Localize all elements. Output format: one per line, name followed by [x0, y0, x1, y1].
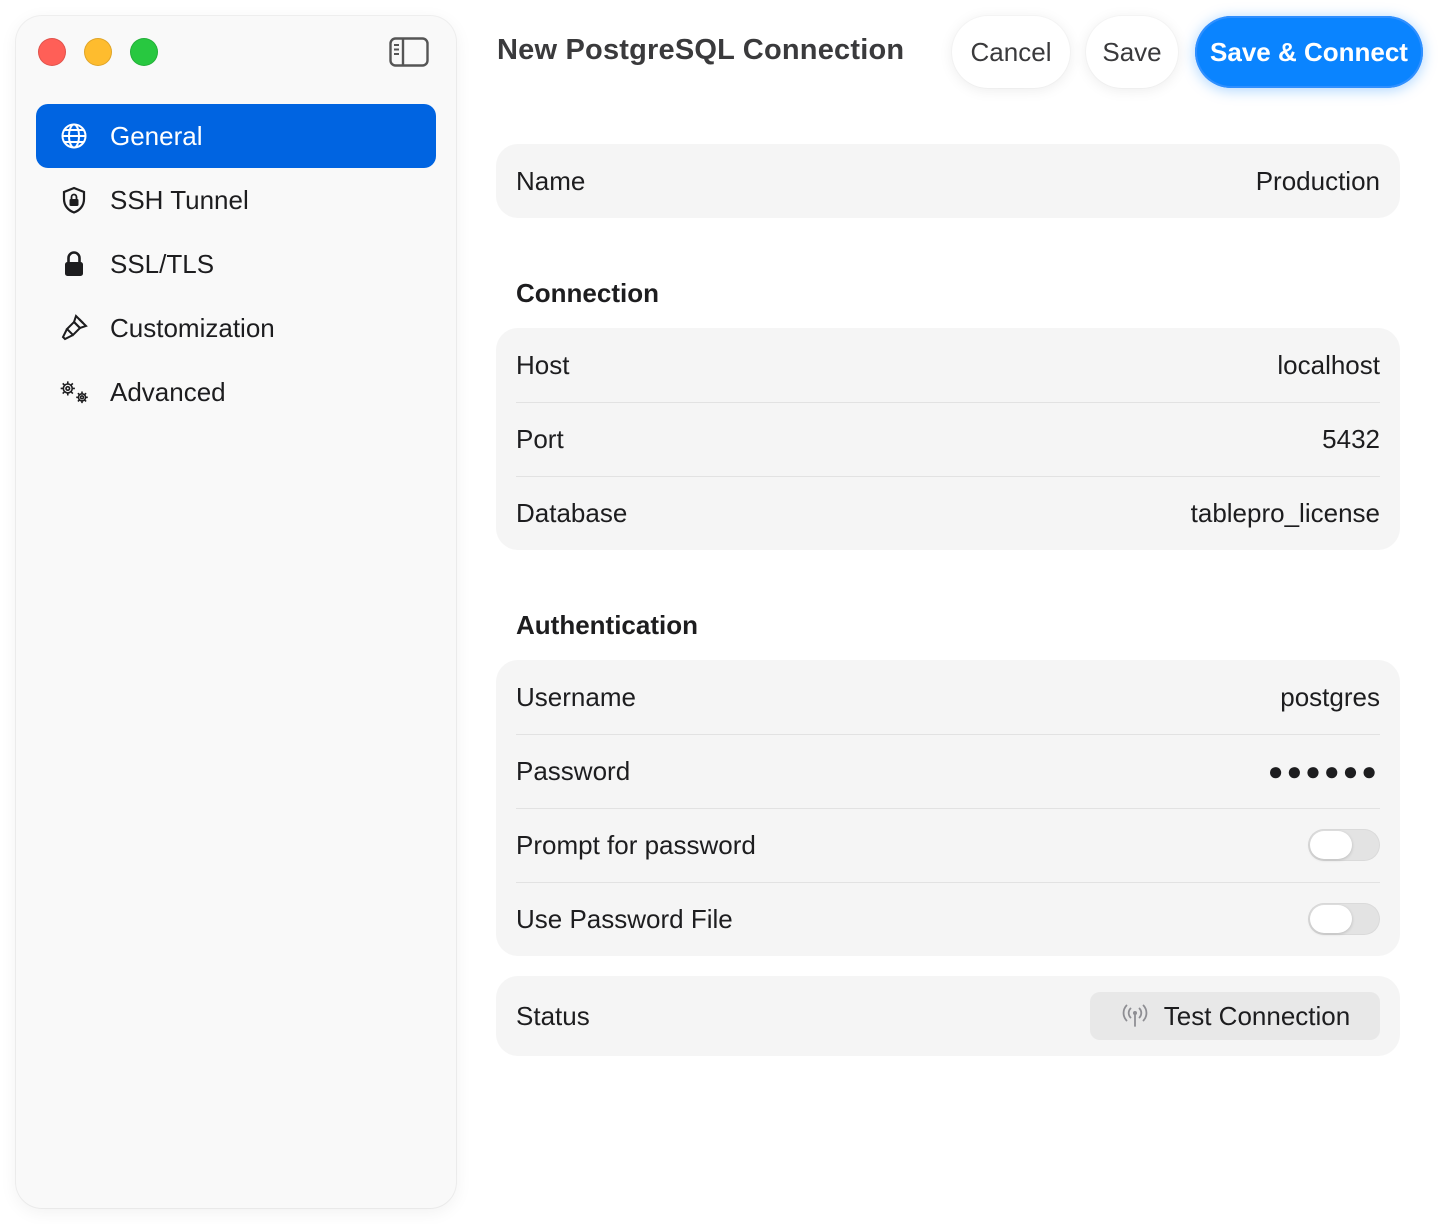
lock-icon: [58, 248, 90, 280]
test-connection-label: Test Connection: [1163, 1000, 1351, 1031]
sidebar-item-ssh-tunnel[interactable]: SSH Tunnel: [36, 168, 436, 232]
toggle-knob: [1310, 905, 1352, 933]
password-field[interactable]: ●●●●●●: [1268, 756, 1380, 787]
sidebar-item-label: SSL/TLS: [110, 248, 215, 279]
sidebar-toggle-icon: [389, 37, 429, 67]
cancel-button[interactable]: Cancel: [952, 16, 1070, 88]
name-card: Name Production: [496, 144, 1400, 218]
name-label: Name: [516, 165, 586, 196]
sidebar-item-label: Advanced: [110, 376, 226, 407]
connection-section-title: Connection: [516, 278, 659, 308]
paintbrush-icon: [58, 312, 90, 344]
page-title: New PostgreSQL Connection: [497, 34, 905, 66]
username-label: Username: [516, 681, 636, 712]
password-file-label: Use Password File: [516, 903, 733, 934]
traffic-lights: [38, 38, 158, 66]
sidebar-item-label: General: [110, 120, 203, 151]
host-field[interactable]: localhost: [1277, 350, 1380, 381]
save-button[interactable]: Save: [1086, 16, 1178, 88]
password-row[interactable]: Password ●●●●●●: [496, 734, 1400, 808]
sidebar-item-label: Customization: [110, 312, 275, 343]
minimize-window-button[interactable]: [84, 38, 112, 66]
password-file-toggle[interactable]: [1308, 903, 1380, 935]
globe-icon: [58, 120, 90, 152]
prompt-password-toggle[interactable]: [1308, 829, 1380, 861]
shield-lock-icon: [58, 184, 90, 216]
sidebar-item-general[interactable]: General: [36, 104, 436, 168]
username-row[interactable]: Username postgres: [496, 660, 1400, 734]
status-label: Status: [516, 1000, 590, 1031]
test-connection-button[interactable]: Test Connection: [1090, 992, 1380, 1040]
database-label: Database: [516, 497, 628, 528]
connection-window: General SSH Tunnel SSL/TLS Customization…: [0, 0, 1440, 1224]
port-label: Port: [516, 423, 564, 454]
prompt-password-label: Prompt for password: [516, 829, 756, 860]
status-row: Status Test Connection: [496, 976, 1400, 1056]
main-panel: New PostgreSQL Connection Cancel Save Sa…: [456, 0, 1440, 1224]
password-file-row: Use Password File: [496, 882, 1400, 956]
antenna-icon: [1120, 1003, 1150, 1029]
database-field[interactable]: tablepro_license: [1191, 498, 1380, 529]
toggle-knob: [1310, 831, 1352, 859]
password-label: Password: [516, 755, 631, 786]
name-row[interactable]: Name Production: [496, 144, 1400, 218]
sidebar-nav: General SSH Tunnel SSL/TLS Customization…: [36, 104, 436, 424]
close-window-button[interactable]: [38, 38, 66, 66]
host-label: Host: [516, 349, 570, 380]
sidebar-item-ssl-tls[interactable]: SSL/TLS: [36, 232, 436, 296]
authentication-card: Username postgres Password ●●●●●● Prompt…: [496, 660, 1400, 956]
save-connect-button[interactable]: Save & Connect: [1195, 16, 1423, 88]
sidebar: General SSH Tunnel SSL/TLS Customization…: [16, 16, 456, 1208]
sidebar-toggle-button[interactable]: [389, 36, 429, 68]
sidebar-item-customization[interactable]: Customization: [36, 296, 436, 360]
port-row[interactable]: Port 5432: [496, 402, 1400, 476]
prompt-password-row: Prompt for password: [496, 808, 1400, 882]
gears-icon: [58, 376, 90, 408]
name-field[interactable]: Production: [1256, 166, 1380, 197]
sidebar-item-advanced[interactable]: Advanced: [36, 360, 436, 424]
username-field[interactable]: postgres: [1280, 682, 1380, 713]
host-row[interactable]: Host localhost: [496, 328, 1400, 402]
sidebar-item-label: SSH Tunnel: [110, 184, 249, 215]
port-field[interactable]: 5432: [1322, 424, 1380, 455]
zoom-window-button[interactable]: [130, 38, 158, 66]
connection-card: Host localhost Port 5432 Database tablep…: [496, 328, 1400, 550]
authentication-section-title: Authentication: [516, 610, 698, 640]
status-card: Status Test Connection: [496, 976, 1400, 1056]
database-row[interactable]: Database tablepro_license: [496, 476, 1400, 550]
